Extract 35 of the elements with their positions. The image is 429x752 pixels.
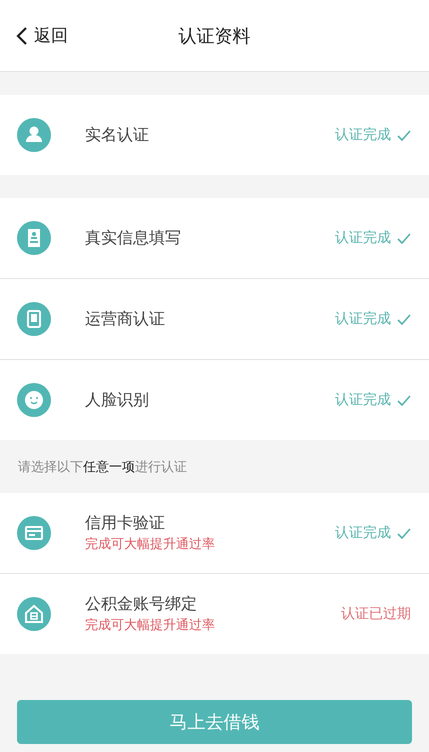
status-text: 认证完成 <box>335 524 391 542</box>
status-text: 认证完成 <box>335 126 391 144</box>
house-icon <box>17 597 51 631</box>
list-row[interactable]: 信用卡验证 完成可大幅提升通过率 认证完成 <box>0 493 429 573</box>
row-label: 公积金账号绑定 <box>85 594 198 615</box>
row-label: 人脸识别 <box>85 390 150 410</box>
check-icon <box>397 314 411 324</box>
row-hint: 完成可大幅提升通过率 <box>85 617 216 634</box>
id-card-icon <box>17 221 51 255</box>
status-text: 认证完成 <box>335 229 391 247</box>
row-hint: 完成可大幅提升通过率 <box>85 536 216 553</box>
card-icon <box>17 516 51 550</box>
status-text: 认证完成 <box>335 310 391 328</box>
status-text: 认证完成 <box>335 391 391 409</box>
list-row[interactable]: 实名认证 认证完成 <box>0 95 429 175</box>
row-label: 真实信息填写 <box>85 228 182 248</box>
list-row[interactable]: 公积金账号绑定 完成可大幅提升通过率 认证已过期 <box>0 573 429 654</box>
chevron-left-icon <box>16 26 28 46</box>
tablet-icon <box>17 302 51 336</box>
row-label: 实名认证 <box>85 124 150 146</box>
row-label: 信用卡验证 <box>85 513 166 534</box>
person-icon <box>17 118 51 152</box>
back-button[interactable]: 返回 <box>16 24 68 47</box>
check-icon <box>397 130 411 140</box>
section-note: 请选择以下任意一项进行认证 <box>18 458 187 476</box>
list-row[interactable]: 运营商认证 认证完成 <box>0 278 429 359</box>
row-label: 运营商认证 <box>85 308 166 330</box>
check-icon <box>397 394 411 406</box>
list-row[interactable]: 真实信息填写 认证完成 <box>0 198 429 278</box>
check-icon <box>397 232 411 244</box>
page-title: 认证资料 <box>178 26 250 46</box>
smiley-icon <box>17 383 51 417</box>
check-icon <box>397 528 411 538</box>
status-text: 认证已过期 <box>341 605 411 623</box>
list-row[interactable]: 人脸识别 认证完成 <box>0 359 429 440</box>
